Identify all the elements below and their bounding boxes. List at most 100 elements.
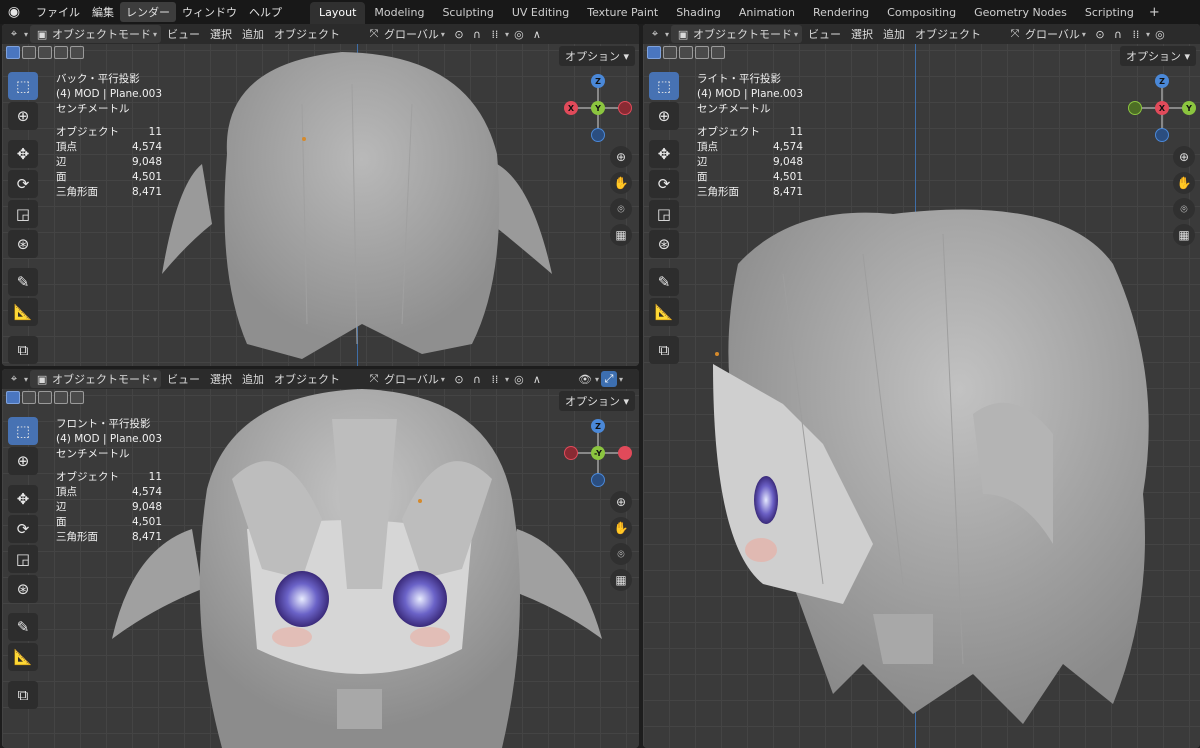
menu-window[interactable]: ウィンドウ [176,2,243,22]
camera-icon[interactable]: ⌾ [610,198,632,220]
menu-select[interactable]: 選択 [206,370,236,388]
gizmo-x[interactable]: X [564,101,578,115]
tab-geometry-nodes[interactable]: Geometry Nodes [965,2,1076,24]
camera-icon[interactable]: ⌾ [1173,198,1195,220]
measure-icon[interactable]: 📐 [649,298,679,326]
select-mode-extend[interactable] [22,391,36,404]
menu-object[interactable]: オブジェクト [911,25,985,43]
select-mode-subtract[interactable] [38,46,52,59]
mode-dropdown[interactable]: ▣ オブジェクトモード ▾ [30,370,162,388]
snap-grid-icon[interactable]: ⁞⁞ [1128,26,1144,42]
move-icon[interactable]: ✥ [649,140,679,168]
options-dropdown[interactable]: オプション ▾ [558,391,635,411]
tab-texture-paint[interactable]: Texture Paint [578,2,667,24]
menu-select[interactable]: 選択 [847,25,877,43]
falloff-icon[interactable]: ∧ [529,26,545,42]
gizmo-toggle-icon[interactable]: ⤢ [600,371,617,387]
navigation-gizmo[interactable]: Z X Y [562,72,634,144]
add-cube-icon[interactable]: ⧉ [8,336,38,364]
orientation-dropdown[interactable]: ⤧ グローバル ▾ [362,370,449,388]
tab-sculpting[interactable]: Sculpting [433,2,502,24]
menu-select[interactable]: 選択 [206,25,236,43]
scale-icon[interactable]: ◲ [649,200,679,228]
grid-icon[interactable]: ▦ [1173,224,1195,246]
menu-view[interactable]: ビュー [804,25,845,43]
pivot-icon[interactable]: ⊙ [1092,26,1108,42]
select-mode-intersect[interactable] [711,46,725,59]
navigation-gizmo[interactable]: Z -Y [562,417,634,489]
gizmo-neg-y[interactable]: -Y [591,446,605,460]
menu-help[interactable]: ヘルプ [243,2,288,22]
annotate-icon[interactable]: ✎ [649,268,679,296]
hand-icon[interactable]: ✋ [1173,172,1195,194]
add-workspace-button[interactable]: + [1143,5,1166,20]
proportional-edit-icon[interactable]: ◎ [1152,26,1168,42]
gizmo-y[interactable]: Y [591,101,605,115]
gizmo-neg-z[interactable] [591,128,605,142]
add-cube-icon[interactable]: ⧉ [8,681,38,709]
snap-icon[interactable]: ∩ [469,371,485,387]
menu-add[interactable]: 追加 [238,370,268,388]
menu-add[interactable]: 追加 [879,25,909,43]
snap-grid-icon[interactable]: ⁞⁞ [487,371,503,387]
viewport-back[interactable]: ⌖ ▾ ▣ オブジェクトモード ▾ ビュー 選択 追加 オブジェクト ⤧ グローバル ▾ … [2,24,639,366]
add-cube-icon[interactable]: ⧉ [649,336,679,364]
select-mode-extend[interactable] [663,46,677,59]
transform-icon[interactable]: ⊛ [649,230,679,258]
grid-icon[interactable]: ▦ [610,569,632,591]
scale-icon[interactable]: ◲ [8,200,38,228]
gizmo-neg-x[interactable] [618,101,632,115]
menu-object[interactable]: オブジェクト [270,370,344,388]
gizmo-neg-z[interactable] [1155,128,1169,142]
mode-dropdown[interactable]: ▣ オブジェクトモード ▾ [30,25,162,43]
editor-type-icon[interactable]: ⌖ [647,26,663,42]
select-mode-subtract[interactable] [38,391,52,404]
measure-icon[interactable]: 📐 [8,298,38,326]
rotate-icon[interactable]: ⟳ [8,170,38,198]
pivot-icon[interactable]: ⊙ [451,371,467,387]
gizmo-z[interactable]: Z [591,74,605,88]
proportional-edit-icon[interactable]: ◎ [511,371,527,387]
move-icon[interactable]: ✥ [8,140,38,168]
proportional-edit-icon[interactable]: ◎ [511,26,527,42]
measure-icon[interactable]: 📐 [8,643,38,671]
cursor-icon[interactable]: ⊕ [8,447,38,475]
editor-type-icon[interactable]: ⌖ [6,371,22,387]
hand-icon[interactable]: ✋ [610,517,632,539]
gizmo-z[interactable]: Z [591,419,605,433]
tab-shading[interactable]: Shading [667,2,730,24]
select-mode-invert[interactable] [54,46,68,59]
falloff-icon[interactable]: ∧ [529,371,545,387]
gizmo-y[interactable]: Y [1182,101,1196,115]
rotate-icon[interactable]: ⟳ [649,170,679,198]
move-icon[interactable]: ✥ [8,485,38,513]
tab-rendering[interactable]: Rendering [804,2,878,24]
select-mode-new[interactable] [647,46,661,59]
camera-icon[interactable]: ⌾ [610,543,632,565]
orientation-dropdown[interactable]: ⤧ グローバル ▾ [1003,25,1090,43]
transform-icon[interactable]: ⊛ [8,575,38,603]
select-mode-intersect[interactable] [70,391,84,404]
cursor-icon[interactable]: ⊕ [649,102,679,130]
gizmo-z[interactable]: Z [1155,74,1169,88]
tab-scripting[interactable]: Scripting [1076,2,1143,24]
hand-icon[interactable]: ✋ [610,172,632,194]
snap-grid-icon[interactable]: ⁞⁞ [487,26,503,42]
viewport-right[interactable]: ⌖ ▾ ▣ オブジェクトモード ▾ ビュー 選択 追加 オブジェクト ⤧ グローバル ▾ … [643,24,1200,748]
orientation-dropdown[interactable]: ⤧ グローバル ▾ [362,25,449,43]
select-box-icon[interactable]: ⬚ [8,72,38,100]
select-box-icon[interactable]: ⬚ [8,417,38,445]
snap-icon[interactable]: ∩ [1110,26,1126,42]
navigation-gizmo[interactable]: Z X Y [1126,72,1198,144]
blender-logo-icon[interactable]: ◉ [4,2,24,22]
annotate-icon[interactable]: ✎ [8,268,38,296]
tab-modeling[interactable]: Modeling [365,2,433,24]
select-mode-extend[interactable] [22,46,36,59]
gizmo-x[interactable] [618,446,632,460]
viewport-front[interactable]: ⌖ ▾ ▣ オブジェクトモード ▾ ビュー 選択 追加 オブジェクト ⤧ グローバル ▾ … [2,369,639,748]
menu-view[interactable]: ビュー [163,25,204,43]
select-mode-new[interactable] [6,391,20,404]
options-dropdown[interactable]: オプション ▾ [1119,46,1196,66]
menu-object[interactable]: オブジェクト [270,25,344,43]
mode-dropdown[interactable]: ▣ オブジェクトモード ▾ [671,25,803,43]
